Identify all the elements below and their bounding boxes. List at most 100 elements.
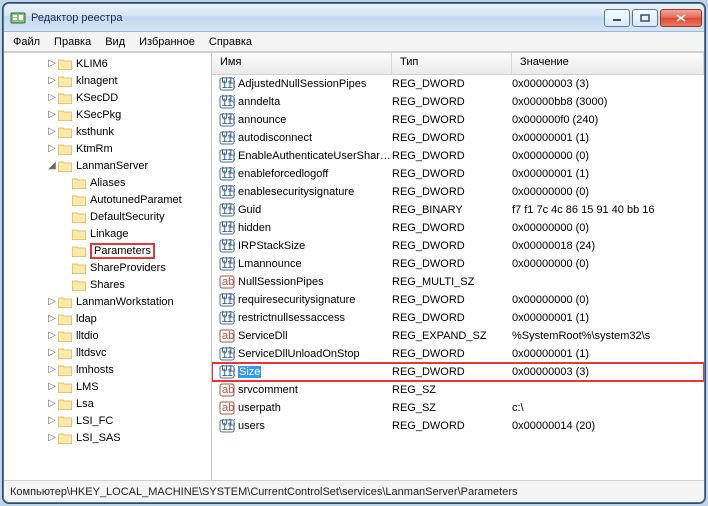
- tree-item[interactable]: ShareProviders: [4, 259, 211, 276]
- value-row[interactable]: abuserpathREG_SZc:\: [212, 399, 704, 417]
- value-list[interactable]: 011110AdjustedNullSessionPipesREG_DWORD0…: [212, 75, 704, 480]
- tree-item[interactable]: Parameters: [4, 242, 211, 259]
- dword-value-icon: 011110: [218, 257, 236, 271]
- tree-item-label: LanmanServer: [76, 160, 148, 172]
- value-row[interactable]: 011110LmannounceREG_DWORD0x00000000 (0): [212, 255, 704, 273]
- tree-item[interactable]: ▷klnagent: [4, 72, 211, 89]
- menu-file[interactable]: Файл: [6, 34, 47, 50]
- value-row[interactable]: 011110requiresecuritysignatureREG_DWORD0…: [212, 291, 704, 309]
- tree-item[interactable]: ▷LanmanWorkstation: [4, 293, 211, 310]
- minimize-button[interactable]: [604, 9, 630, 27]
- tree-item-label: KSecDD: [76, 92, 118, 104]
- expand-icon[interactable]: ▷: [46, 432, 58, 443]
- value-type: REG_DWORD: [392, 240, 512, 252]
- value-row[interactable]: 011110autodisconnectREG_DWORD0x00000001 …: [212, 129, 704, 147]
- value-name: NullSessionPipes: [236, 276, 392, 288]
- tree-item-label: lltdio: [76, 330, 99, 342]
- menu-view[interactable]: Вид: [98, 34, 132, 50]
- value-row[interactable]: 011110usersREG_DWORD0x00000014 (20): [212, 417, 704, 435]
- tree-item[interactable]: ◢ LanmanServer: [4, 157, 211, 174]
- collapse-icon[interactable]: ◢: [46, 160, 58, 171]
- expand-icon[interactable]: ▷: [46, 381, 58, 392]
- expand-icon[interactable]: ▷: [46, 75, 58, 86]
- svg-text:110: 110: [222, 421, 236, 433]
- tree-item[interactable]: ▷ksthunk: [4, 123, 211, 140]
- string-value-icon: ab: [218, 329, 236, 343]
- tree-item[interactable]: ▷Lsa: [4, 395, 211, 412]
- tree-item[interactable]: ▷LMS: [4, 378, 211, 395]
- value-name: hidden: [236, 222, 392, 234]
- value-row[interactable]: 011110enablesecuritysignatureREG_DWORD0x…: [212, 183, 704, 201]
- dword-value-icon: 011110: [218, 185, 236, 199]
- expand-icon[interactable]: ▷: [46, 364, 58, 375]
- tree-item[interactable]: Shares: [4, 276, 211, 293]
- value-row[interactable]: absrvcommentREG_SZ: [212, 381, 704, 399]
- value-row[interactable]: 011110announceREG_DWORD0x000000f0 (240): [212, 111, 704, 129]
- menu-help[interactable]: Справка: [202, 34, 259, 50]
- svg-text:110: 110: [222, 169, 236, 181]
- value-row[interactable]: abNullSessionPipesREG_MULTI_SZ: [212, 273, 704, 291]
- tree-item[interactable]: ▷ lltdio: [4, 327, 211, 344]
- folder-icon: [72, 177, 86, 189]
- expand-icon[interactable]: ▷: [46, 330, 58, 341]
- expand-icon[interactable]: ▷: [46, 415, 58, 426]
- tree-item[interactable]: ▷KLIM6: [4, 55, 211, 72]
- svg-text:110: 110: [222, 259, 236, 271]
- tree-item[interactable]: ▷ KSecDD: [4, 89, 211, 106]
- svg-text:ab: ab: [222, 330, 234, 342]
- tree-item[interactable]: ▷lltdsvc: [4, 344, 211, 361]
- value-type: REG_EXPAND_SZ: [392, 330, 512, 342]
- svg-text:110: 110: [222, 313, 236, 325]
- expand-icon[interactable]: ▷: [46, 347, 58, 358]
- column-name[interactable]: Имя: [212, 53, 392, 74]
- column-data[interactable]: Значение: [512, 53, 704, 74]
- value-row[interactable]: 011110AdjustedNullSessionPipesREG_DWORD0…: [212, 75, 704, 93]
- tree-item[interactable]: ▷KtmRm: [4, 140, 211, 157]
- maximize-button[interactable]: [632, 9, 658, 27]
- svg-text:110: 110: [222, 295, 236, 307]
- tree-item[interactable]: Aliases: [4, 174, 211, 191]
- tree-item[interactable]: ▷KSecPkg: [4, 106, 211, 123]
- column-headers: Имя Тип Значение: [212, 53, 704, 75]
- expand-icon[interactable]: ▷: [46, 92, 58, 103]
- tree-item[interactable]: ▷LSI_SAS: [4, 429, 211, 446]
- expand-icon[interactable]: ▷: [46, 398, 58, 409]
- tree-item[interactable]: Linkage: [4, 225, 211, 242]
- regedit-icon: [10, 10, 26, 26]
- value-row[interactable]: 011110ServiceDllUnloadOnStopREG_DWORD0x0…: [212, 345, 704, 363]
- expand-icon[interactable]: ▷: [46, 296, 58, 307]
- expand-icon[interactable]: ▷: [46, 126, 58, 137]
- tree-item[interactable]: AutotunedParamet: [4, 191, 211, 208]
- value-row[interactable]: 011110SizeREG_DWORD0x00000003 (3): [212, 363, 704, 381]
- value-row[interactable]: 011110anndeltaREG_DWORD0x00000bb8 (3000): [212, 93, 704, 111]
- expand-icon[interactable]: ▷: [46, 143, 58, 154]
- tree-item[interactable]: DefaultSecurity: [4, 208, 211, 225]
- folder-icon: [58, 143, 72, 155]
- value-row[interactable]: 011110IRPStackSizeREG_DWORD0x00000018 (2…: [212, 237, 704, 255]
- tree-item[interactable]: ▷ldap: [4, 310, 211, 327]
- value-type: REG_SZ: [392, 402, 512, 414]
- tree-pane: ▷KLIM6▷klnagent▷KSecDD▷KSecPkg▷ksthunk▷K…: [4, 53, 212, 480]
- value-type: REG_DWORD: [392, 132, 512, 144]
- registry-tree[interactable]: ▷KLIM6▷klnagent▷KSecDD▷KSecPkg▷ksthunk▷K…: [4, 53, 211, 480]
- menu-edit[interactable]: Правка: [47, 34, 98, 50]
- expand-icon[interactable]: ▷: [46, 58, 58, 69]
- expand-icon[interactable]: ▷: [46, 313, 58, 324]
- value-row[interactable]: 011110GuidREG_BINARYf7 f1 7c 4c 86 15 91…: [212, 201, 704, 219]
- folder-icon: [58, 432, 72, 444]
- tree-item[interactable]: ▷lmhosts: [4, 361, 211, 378]
- column-type[interactable]: Тип: [392, 53, 512, 74]
- value-data: 0x00000018 (24): [512, 240, 704, 252]
- folder-icon: [72, 245, 86, 257]
- value-type: REG_BINARY: [392, 204, 512, 216]
- value-name: Lmannounce: [236, 258, 392, 270]
- menu-favorites[interactable]: Избранное: [132, 34, 202, 50]
- close-button[interactable]: [660, 9, 702, 27]
- expand-icon[interactable]: ▷: [46, 109, 58, 120]
- value-row[interactable]: abServiceDllREG_EXPAND_SZ%SystemRoot%\sy…: [212, 327, 704, 345]
- value-row[interactable]: 011110restrictnullsessaccessREG_DWORD0x0…: [212, 309, 704, 327]
- value-row[interactable]: 011110hiddenREG_DWORD0x00000000 (0): [212, 219, 704, 237]
- tree-item[interactable]: ▷LSI_FC: [4, 412, 211, 429]
- value-row[interactable]: 011110enableforcedlogoffREG_DWORD0x00000…: [212, 165, 704, 183]
- value-row[interactable]: 011110EnableAuthenticateUserShar…REG_DWO…: [212, 147, 704, 165]
